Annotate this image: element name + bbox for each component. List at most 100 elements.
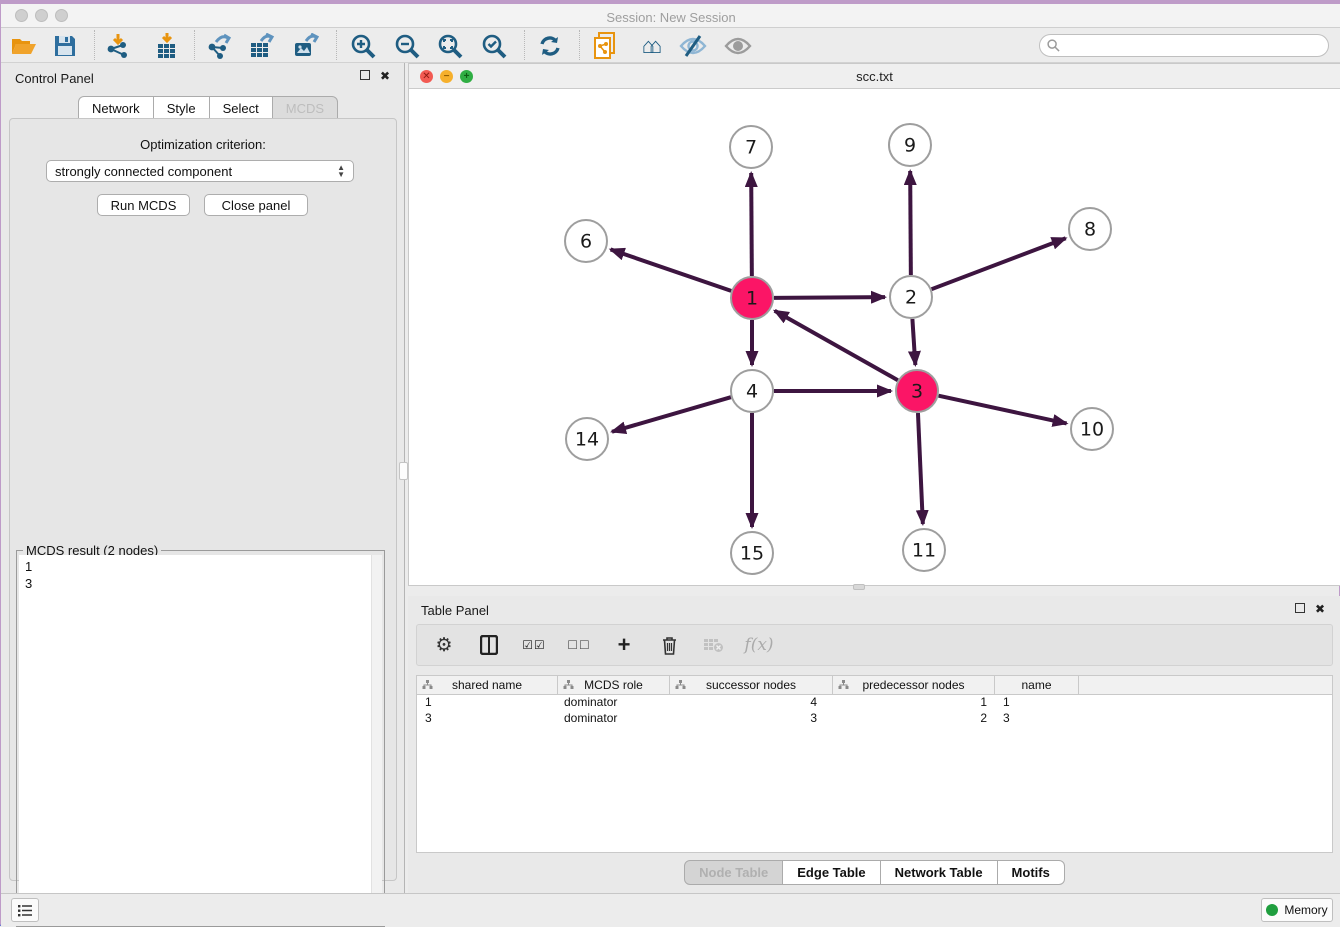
network-window-titlebar[interactable]: ✕ − + scc.txt <box>409 64 1340 89</box>
table-cell: 1 <box>995 695 1079 711</box>
show-all-icon[interactable] <box>721 31 755 61</box>
close-panel-icon[interactable]: ✖ <box>380 70 390 82</box>
network-resize-handle[interactable] <box>853 584 865 590</box>
node-label-6: 6 <box>580 231 592 253</box>
panel-splitter-handle[interactable] <box>399 462 408 480</box>
edge-3-to-10[interactable] <box>938 396 1066 424</box>
result-scrollbar[interactable] <box>371 555 382 924</box>
table-toolbar: ⚙ ☑☑ ☐☐ + f(x) <box>416 624 1333 666</box>
tab-edge-table[interactable]: Edge Table <box>783 860 880 885</box>
mcds-panel: Optimization criterion: strongly connect… <box>9 118 397 881</box>
node-label-15: 15 <box>740 543 764 565</box>
network-graph-svg: 7968124314101511 <box>409 89 1340 585</box>
column-header-mcds-role[interactable]: MCDS role <box>558 676 670 694</box>
table-cell: 1 <box>417 695 558 711</box>
node-table[interactable]: shared name MCDS role successor nodes pr… <box>416 675 1333 853</box>
table-row[interactable]: 3dominator323 <box>417 711 1332 727</box>
show-task-history-button[interactable] <box>11 898 39 922</box>
edge-2-to-3[interactable] <box>912 319 915 365</box>
table-cell: 3 <box>417 711 558 727</box>
select-all-checkboxes-icon[interactable]: ☑☑ <box>519 630 549 660</box>
hierarchy-icon <box>838 680 849 690</box>
network-window-title: scc.txt <box>409 69 1340 84</box>
search-field[interactable] <box>1039 34 1329 57</box>
table-cell: 2 <box>833 711 995 727</box>
run-mcds-button[interactable]: Run MCDS <box>97 194 190 216</box>
edge-1-to-7[interactable] <box>751 173 752 276</box>
export-table-icon[interactable] <box>245 31 279 61</box>
column-header-successor-nodes[interactable]: successor nodes <box>670 676 833 694</box>
column-header-shared-name[interactable]: shared name <box>417 676 558 694</box>
unselect-all-checkboxes-icon[interactable]: ☐☐ <box>564 630 594 660</box>
tab-motifs[interactable]: Motifs <box>998 860 1065 885</box>
table-cell: 4 <box>670 695 833 711</box>
control-panel-title: Control Panel <box>15 71 94 86</box>
hierarchy-icon <box>422 680 433 690</box>
zoom-fit-icon[interactable] <box>433 31 467 61</box>
table-body: 1dominator4113dominator323 <box>417 695 1332 727</box>
table-cell: 3 <box>670 711 833 727</box>
edge-1-to-2[interactable] <box>774 297 885 298</box>
show-column-icon[interactable] <box>474 630 504 660</box>
zoom-selected-icon[interactable] <box>477 31 511 61</box>
save-session-icon[interactable] <box>48 31 82 61</box>
table-cell: dominator <box>558 695 670 711</box>
table-row[interactable]: 1dominator411 <box>417 695 1332 711</box>
node-label-7: 7 <box>745 137 757 159</box>
edge-2-to-9[interactable] <box>910 171 911 275</box>
import-table-icon[interactable] <box>150 31 184 61</box>
new-network-from-selection-icon[interactable] <box>589 31 623 61</box>
mcds-result-line: 3 <box>25 575 32 592</box>
network-canvas[interactable]: 7968124314101511 <box>409 89 1340 585</box>
memory-button[interactable]: Memory <box>1261 898 1333 922</box>
hierarchy-icon <box>675 680 686 690</box>
zoom-out-icon[interactable] <box>390 31 424 61</box>
edge-1-to-6[interactable] <box>611 249 732 290</box>
app-titlebar: Session: New Session <box>1 4 1340 28</box>
edge-3-to-11[interactable] <box>918 413 923 524</box>
node-label-10: 10 <box>1080 419 1104 441</box>
export-image-icon[interactable] <box>289 31 323 61</box>
function-builder-icon[interactable]: f(x) <box>744 630 774 660</box>
float-panel-icon[interactable] <box>360 70 370 82</box>
window-title: Session: New Session <box>1 10 1340 25</box>
dropdown-spinner-icon: ▲▼ <box>337 164 345 178</box>
close-panel-button[interactable]: Close panel <box>204 194 308 216</box>
column-header-predecessor-nodes[interactable]: predecessor nodes <box>833 676 995 694</box>
table-float-panel-icon[interactable] <box>1295 603 1305 615</box>
column-header-name[interactable]: name <box>995 676 1079 694</box>
node-label-2: 2 <box>905 287 917 309</box>
refresh-layout-icon[interactable] <box>533 31 567 61</box>
first-neighbors-icon[interactable]: ⌂⌂ <box>632 31 666 61</box>
node-label-8: 8 <box>1084 219 1096 241</box>
create-column-icon[interactable]: + <box>609 630 639 660</box>
import-network-icon[interactable] <box>101 31 135 61</box>
export-network-icon[interactable] <box>202 31 236 61</box>
edge-4-to-14[interactable] <box>612 397 731 432</box>
memory-label: Memory <box>1284 903 1327 917</box>
edge-3-to-1[interactable] <box>775 311 898 380</box>
main-toolbar: ⌂⌂ <box>1 28 1340 63</box>
criterion-dropdown[interactable]: strongly connected component ▲▼ <box>46 160 354 182</box>
table-options-icon[interactable]: ⚙ <box>429 630 459 660</box>
table-close-panel-icon[interactable]: ✖ <box>1315 603 1325 615</box>
node-label-4: 4 <box>746 381 758 403</box>
hide-selected-icon[interactable] <box>676 31 710 61</box>
table-cell: dominator <box>558 711 670 727</box>
mcds-result-area[interactable]: 13 <box>19 555 382 924</box>
app-window: { "window": { "title": "Session: New Ses… <box>0 0 1340 926</box>
search-input[interactable] <box>1064 39 1328 53</box>
delete-table-icon[interactable] <box>699 630 729 660</box>
zoom-in-icon[interactable] <box>346 31 380 61</box>
open-session-icon[interactable] <box>7 31 41 61</box>
criterion-value: strongly connected component <box>55 164 337 179</box>
table-cell: 3 <box>995 711 1079 727</box>
node-label-9: 9 <box>904 135 916 157</box>
control-panel: Control Panel ✖ Network Style Select MCD… <box>1 63 405 893</box>
tab-node-table[interactable]: Node Table <box>684 860 783 885</box>
delete-columns-icon[interactable] <box>654 630 684 660</box>
table-panel: Table Panel ✖ ⚙ ☑☑ ☐☐ + f(x) shared name… <box>408 596 1340 893</box>
tab-network-table[interactable]: Network Table <box>881 860 998 885</box>
edge-2-to-8[interactable] <box>932 238 1066 289</box>
node-label-11: 11 <box>912 540 936 562</box>
